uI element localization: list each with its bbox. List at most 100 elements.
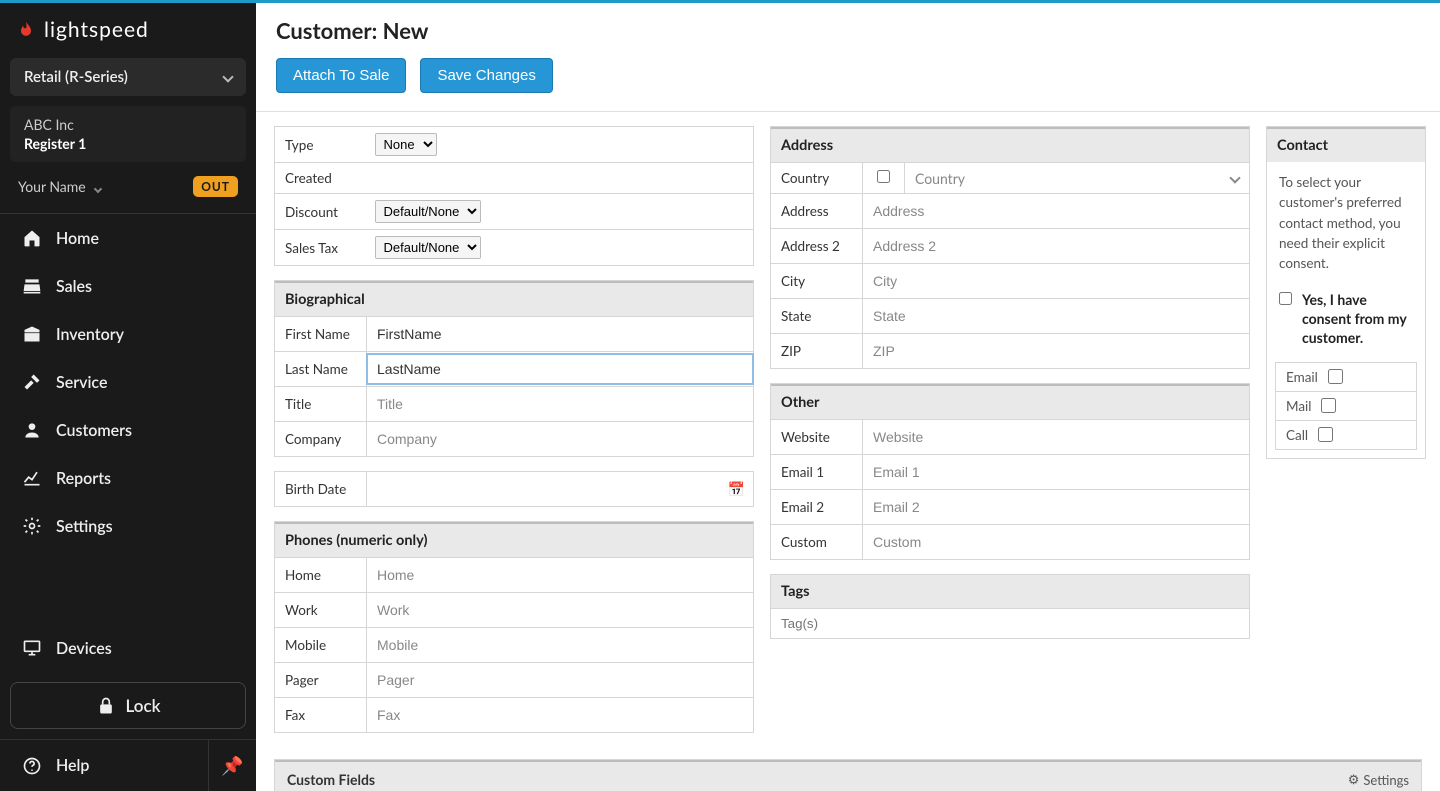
- tags-input[interactable]: [770, 608, 1250, 639]
- register-icon: [22, 276, 42, 296]
- first-name-input[interactable]: [367, 319, 753, 349]
- website-label: Website: [771, 420, 863, 455]
- salestax-label: Sales Tax: [275, 230, 367, 266]
- save-changes-button[interactable]: Save Changes: [420, 58, 552, 93]
- type-label: Type: [275, 127, 367, 163]
- address-header: Address: [771, 127, 1249, 162]
- nav-home[interactable]: Home: [0, 214, 256, 262]
- calendar-icon[interactable]: 📅: [728, 480, 745, 498]
- custom-input[interactable]: [863, 527, 1249, 557]
- email1-input[interactable]: [863, 457, 1249, 487]
- method-email-checkbox[interactable]: [1328, 369, 1343, 384]
- product-selector-label: Retail (R-Series): [24, 68, 128, 86]
- chart-icon: [22, 468, 42, 488]
- method-call-checkbox[interactable]: [1318, 427, 1333, 442]
- type-select[interactable]: None: [375, 133, 437, 156]
- discount-select[interactable]: Default/None: [375, 200, 481, 223]
- flame-icon: [16, 20, 36, 40]
- address2-input[interactable]: [863, 231, 1249, 261]
- help-row: Help 📌: [0, 739, 256, 791]
- created-label: Created: [275, 163, 367, 194]
- addr-label: Address: [771, 194, 863, 229]
- phone-fax-input[interactable]: [367, 700, 753, 730]
- phone-mobile-label: Mobile: [275, 628, 367, 663]
- email1-label: Email 1: [771, 455, 863, 490]
- last-name-label: Last Name: [275, 352, 367, 387]
- top-fields-table: Type None Created Discount Default/None: [274, 126, 754, 266]
- last-name-input[interactable]: [367, 354, 753, 384]
- country-label: Country: [771, 163, 863, 194]
- contact-blurb: To select your customer's preferred cont…: [1267, 162, 1425, 283]
- birth-date-input[interactable]: [367, 474, 753, 504]
- custom-label: Custom: [771, 525, 863, 560]
- nav-reports[interactable]: Reports: [0, 454, 256, 502]
- city-input[interactable]: [863, 266, 1249, 296]
- phone-mobile-input[interactable]: [367, 630, 753, 660]
- product-selector[interactable]: Retail (R-Series): [10, 58, 246, 96]
- country-checkbox[interactable]: [877, 169, 890, 184]
- attach-to-sale-button[interactable]: Attach To Sale: [276, 58, 406, 93]
- consent-checkbox[interactable]: [1279, 291, 1292, 306]
- nav-help[interactable]: Help: [0, 742, 208, 790]
- box-icon: [22, 324, 42, 344]
- phone-home-input[interactable]: [367, 560, 753, 590]
- country-select[interactable]: Country: [905, 164, 1249, 193]
- phone-pager-input[interactable]: [367, 665, 753, 695]
- city-label: City: [771, 264, 863, 299]
- pin-icon: 📌: [221, 754, 243, 777]
- email2-input[interactable]: [863, 492, 1249, 522]
- user-menu[interactable]: Your Name OUT: [0, 164, 256, 209]
- addr2-label: Address 2: [771, 229, 863, 264]
- biographical-table: Biographical First Name Last Name Title: [274, 280, 754, 457]
- person-icon: [22, 420, 42, 440]
- method-mail-label: Mail: [1286, 398, 1311, 414]
- title-label: Title: [275, 387, 367, 422]
- title-bar: Customer: New: [256, 0, 1440, 54]
- brand-logo: lightspeed: [0, 3, 256, 54]
- address-input[interactable]: [863, 196, 1249, 226]
- company-input[interactable]: [367, 424, 753, 454]
- birth-table: Birth Date 📅: [274, 471, 754, 507]
- birth-date-label: Birth Date: [275, 472, 367, 507]
- action-bar: Attach To Sale Save Changes: [256, 54, 1440, 112]
- country-placeholder: Country: [915, 170, 965, 187]
- sidebar: lightspeed Retail (R-Series) ABC Inc Reg…: [0, 0, 256, 791]
- nav-devices[interactable]: Devices: [0, 624, 256, 672]
- nav-service[interactable]: Service: [0, 358, 256, 406]
- discount-label: Discount: [275, 194, 367, 230]
- other-header: Other: [771, 384, 1249, 419]
- address-table: Address Country Country: [770, 126, 1250, 369]
- company-name: ABC Inc: [24, 116, 232, 133]
- created-value: [367, 163, 754, 194]
- brand-name: lightspeed: [44, 17, 149, 42]
- website-input[interactable]: [863, 422, 1249, 452]
- state-input[interactable]: [863, 301, 1249, 331]
- salestax-select[interactable]: Default/None: [375, 236, 481, 259]
- lock-button[interactable]: Lock: [10, 682, 246, 729]
- company-label: Company: [275, 422, 367, 457]
- method-mail-checkbox[interactable]: [1321, 398, 1336, 413]
- phone-home-label: Home: [275, 558, 367, 593]
- nav-sales[interactable]: Sales: [0, 262, 256, 310]
- bio-header: Biographical: [275, 281, 753, 316]
- shop-panel[interactable]: ABC Inc Register 1: [10, 106, 246, 162]
- phone-pager-label: Pager: [275, 663, 367, 698]
- register-name: Register 1: [24, 135, 232, 152]
- phone-work-input[interactable]: [367, 595, 753, 625]
- phone-work-label: Work: [275, 593, 367, 628]
- status-badge[interactable]: OUT: [193, 176, 238, 197]
- contact-methods: Email Mail Call: [1275, 362, 1417, 450]
- left-column: Type None Created Discount Default/None: [274, 126, 754, 747]
- title-input[interactable]: [367, 389, 753, 419]
- custom-fields-settings-link[interactable]: ⚙ Settings: [1348, 771, 1409, 788]
- nav-customers[interactable]: Customers: [0, 406, 256, 454]
- home-icon: [22, 228, 42, 248]
- middle-column: Address Country Country: [770, 126, 1250, 639]
- right-column: Contact To select your customer's prefer…: [1266, 126, 1426, 459]
- nav-inventory[interactable]: Inventory: [0, 310, 256, 358]
- zip-input[interactable]: [863, 336, 1249, 366]
- chevron-down-icon: [1229, 172, 1240, 183]
- lock-icon: [96, 696, 116, 716]
- pin-button[interactable]: 📌: [208, 740, 256, 791]
- nav-settings[interactable]: Settings: [0, 502, 256, 550]
